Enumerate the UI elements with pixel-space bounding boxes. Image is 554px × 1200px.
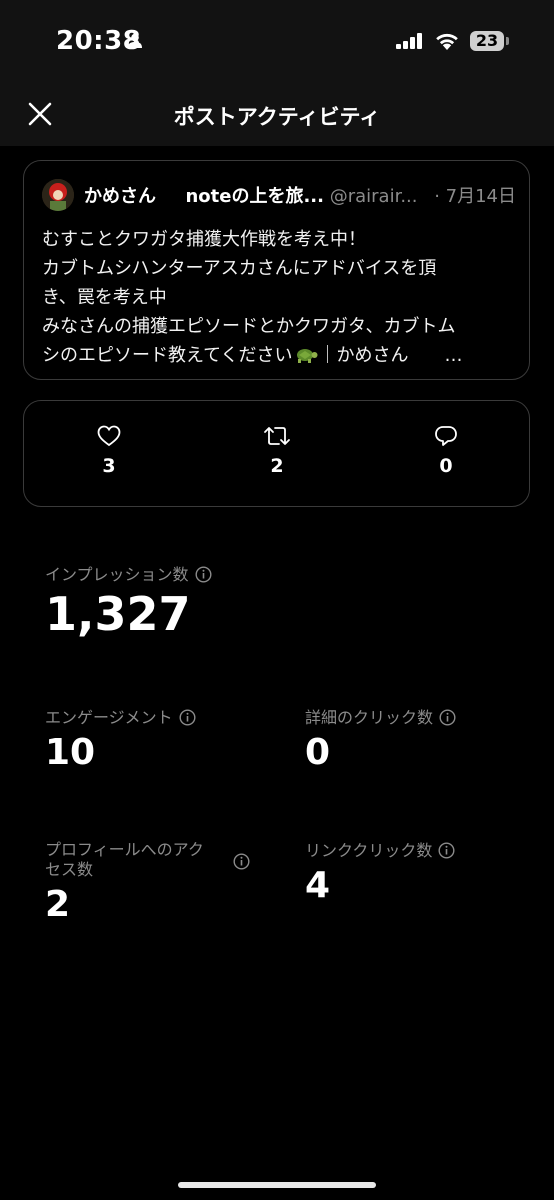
navigation-bar: ポストアクティビティ xyxy=(0,84,554,146)
status-bar: 20:38 23 xyxy=(0,0,554,84)
like-metric[interactable]: 3 xyxy=(69,425,149,477)
profile-visits-label-line2: セス数 xyxy=(45,860,94,879)
detail-clicks-value: 0 xyxy=(305,732,331,773)
like-count: 3 xyxy=(102,455,116,477)
engagement-value: 10 xyxy=(45,732,96,773)
turtle-icon xyxy=(296,349,318,363)
tweet-date: · 7月14日 xyxy=(430,182,516,208)
detail-clicks-label-text: 詳細のクリック数 xyxy=(305,708,434,727)
impressions-label-text: インプレッション数 xyxy=(45,565,189,584)
engagement-label: エンゲージメント xyxy=(45,708,196,728)
detail-clicks-label: 詳細のクリック数 xyxy=(305,708,456,728)
info-icon[interactable] xyxy=(195,566,212,583)
battery-tip xyxy=(506,37,509,45)
profile-visits-label-line1: プロフィールへのアク xyxy=(45,840,204,859)
repost-count: 2 xyxy=(270,455,284,477)
tweet-header: かめさん noteの上を旅... @rairair... · 7月14日 xyxy=(84,182,516,212)
repost-icon xyxy=(264,427,290,445)
info-icon[interactable] xyxy=(438,842,455,859)
reply-icon xyxy=(435,426,457,446)
tweet-line: カブトムシハンターアスカさんにアドバイスを頂 xyxy=(42,258,437,279)
engagement-stat: エンゲージメント 10 xyxy=(45,708,196,773)
tweet-line: き、罠を考え中 xyxy=(42,287,167,308)
author-topic: noteの上を旅... xyxy=(185,186,324,207)
info-icon[interactable] xyxy=(179,709,196,726)
repost-metric[interactable]: 2 xyxy=(237,425,317,477)
tweet-line: むすことクワガタ捕獲大作戦を考え中！ xyxy=(42,229,366,250)
tweet-line: ｜かめさん … xyxy=(318,345,463,366)
reply-metric[interactable]: 0 xyxy=(406,425,486,477)
impressions-label: インプレッション数 xyxy=(45,565,212,585)
link-clicks-label: リンククリック数 xyxy=(305,841,455,861)
avatar[interactable] xyxy=(42,179,74,211)
battery-indicator: 23 xyxy=(470,31,504,51)
link-clicks-stat: リンククリック数 4 xyxy=(305,841,455,906)
engagement-metrics-card: 3 2 0 xyxy=(23,400,530,507)
link-clicks-label-text: リンククリック数 xyxy=(305,841,433,860)
info-icon[interactable] xyxy=(439,709,456,726)
author-handle: @rairair... xyxy=(329,186,418,207)
home-indicator[interactable] xyxy=(178,1182,376,1188)
heart-icon xyxy=(97,425,121,447)
profile-visits-value: 2 xyxy=(45,884,71,925)
reply-count: 0 xyxy=(439,455,453,477)
tweet-text: むすことクワガタ捕獲大作戦を考え中！ カブトムシハンターアスカさんにアドバイスを… xyxy=(42,225,512,370)
profile-visits-label: プロフィールへのアク セス数 xyxy=(45,840,250,880)
tweet-line: シのエピソード教えてください xyxy=(42,345,293,366)
tweet-line: みなさんの捕獲エピソードとかクワガタ、カブトム xyxy=(42,316,456,337)
detail-clicks-stat: 詳細のクリック数 0 xyxy=(305,708,456,773)
profile-visits-stat: プロフィールへのアク セス数 2 xyxy=(45,840,250,925)
info-icon[interactable] xyxy=(233,853,250,870)
person-icon xyxy=(128,33,142,48)
impressions-value: 1,327 xyxy=(45,587,191,641)
wifi-icon xyxy=(436,33,458,50)
author-name: かめさん xyxy=(84,186,156,207)
tweet-preview-card[interactable]: かめさん noteの上を旅... @rairair... · 7月14日 むすこ… xyxy=(23,160,530,380)
page-title: ポストアクティビティ xyxy=(173,105,381,129)
tweet-line-last: シのエピソード教えてください ｜かめさん … xyxy=(42,341,512,370)
link-clicks-value: 4 xyxy=(305,865,331,906)
impressions-stat: インプレッション数 1,327 xyxy=(45,565,212,641)
cellular-signal-icon xyxy=(396,33,422,49)
engagement-label-text: エンゲージメント xyxy=(45,708,173,727)
